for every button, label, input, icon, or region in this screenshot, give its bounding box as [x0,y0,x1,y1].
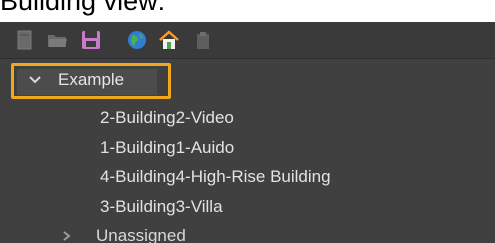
tree-item[interactable]: 1-Building1-Auido [100,138,234,158]
building-tree: Example 2-Building2-Video 1-Building1-Au… [0,59,495,243]
building-view-panel: Example 2-Building2-Video 1-Building1-Au… [0,22,495,243]
tree-item[interactable]: 2-Building2-Video [100,108,234,128]
tree-item-unassigned-label: Unassigned [96,226,186,243]
tree-root-label: Example [58,70,125,89]
save-icon[interactable] [80,29,102,51]
folder-open-icon[interactable] [46,29,68,51]
home-icon[interactable] [158,29,180,51]
view-caption: Building view: [0,0,166,16]
document-icon[interactable] [14,29,36,51]
clipboard-icon[interactable] [192,29,214,51]
tree-item[interactable]: 3-Building3-Villa [100,197,223,217]
globe-icon[interactable] [126,29,148,51]
chevron-down-icon[interactable] [28,73,42,87]
chevron-right-icon[interactable] [60,230,72,242]
toolbar [0,22,495,59]
tree-item[interactable]: 4-Building4-High-Rise Building [100,167,331,187]
